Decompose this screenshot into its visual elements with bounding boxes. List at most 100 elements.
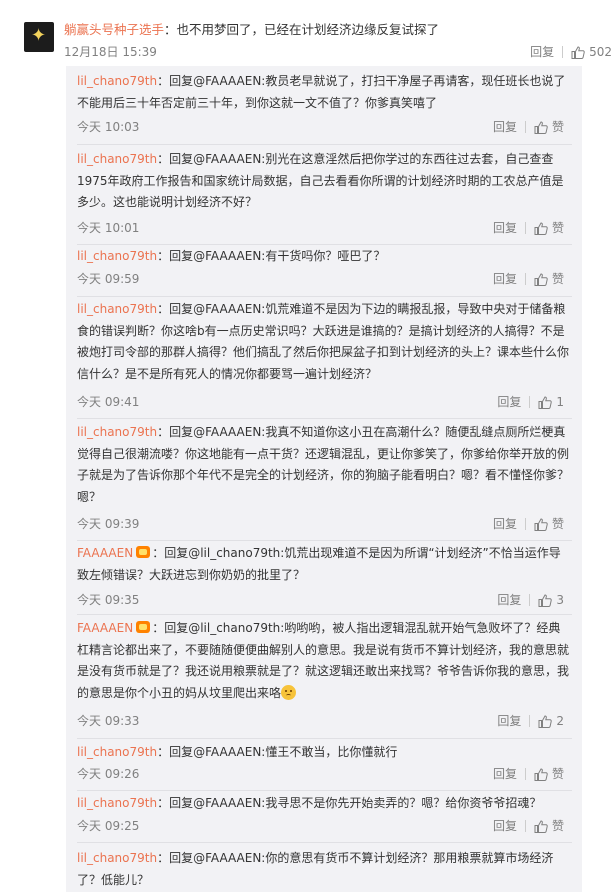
reply-actions: 回复 1 — [497, 392, 564, 412]
action-divider — [524, 222, 526, 234]
reply-text: lil_chano79th：回复@FAAAAEN:我真不知道你这小丑在高潮什么？… — [77, 422, 572, 508]
reply-actions: 回复 赞 — [493, 764, 564, 784]
reply-meta: 今天 09:26 回复 赞 — [77, 764, 572, 784]
reply-actions: 回复 赞 — [493, 117, 564, 137]
like-button[interactable]: 赞 — [552, 816, 564, 836]
like-count[interactable]: 3 — [556, 590, 564, 610]
reply-text: lil_chano79th：回复@FAAAAEN:教员老早就说了，打扫干净屋子再… — [77, 71, 572, 114]
reply-meta: 今天 09:35 回复 3 — [77, 590, 572, 610]
like-button[interactable]: 赞 — [552, 269, 564, 289]
action-divider — [524, 768, 526, 780]
reply-meta: 今天 09:33 回复 2 — [77, 711, 572, 731]
reply-text: FAAAAEN ：回复@lil_chano79th:哟哟哟，被人指出逻辑混乱就开始… — [77, 618, 572, 704]
reply-button[interactable]: 回复 — [493, 764, 517, 784]
divider — [77, 144, 572, 145]
reply-username[interactable]: lil_chano79th — [77, 249, 157, 263]
thumbs-up-icon[interactable] — [538, 714, 553, 728]
reply-username[interactable]: lil_chano79th — [77, 745, 157, 759]
divider — [77, 540, 572, 541]
reply-text: lil_chano79th：回复@FAAAAEN:有干货吗你？哑巴了？ — [77, 246, 572, 268]
reply-actions: 回复 赞 — [493, 218, 564, 238]
action-divider — [562, 46, 564, 58]
like-button[interactable]: 赞 — [552, 764, 564, 784]
divider — [77, 418, 572, 419]
like-count[interactable]: 502 — [589, 42, 612, 62]
reply-time: 今天 09:33 — [77, 714, 140, 728]
action-divider — [524, 121, 526, 133]
parent-comment-text: 躺赢头号种子选手：也不用梦回了，已经在计划经济边缘反复试探了 — [64, 20, 609, 40]
star-icon: ✦ — [31, 25, 47, 46]
parent-meta: 12月18日 15:39 回复 502 — [64, 42, 612, 62]
reply-username[interactable]: lil_chano79th — [77, 425, 157, 439]
reply-time: 今天 09:25 — [77, 819, 140, 833]
reply-meta: 今天 09:41 回复 1 — [77, 392, 572, 412]
reply-time: 今天 09:39 — [77, 517, 140, 531]
divider — [77, 614, 572, 615]
reply-time: 今天 10:03 — [77, 120, 140, 134]
reply-actions: 回复 3 — [497, 590, 564, 610]
reply-body: ：回复@FAAAAEN:懂王不敢当，比你懂就行 — [157, 745, 398, 759]
reply-text: lil_chano79th：回复@FAAAAEN:别光在这意淫然后把你学过的东西… — [77, 149, 572, 214]
reply-meta: 今天 09:25 回复 赞 — [77, 816, 572, 836]
parent-username[interactable]: 躺赢头号种子选手 — [64, 22, 164, 37]
reply-username[interactable]: lil_chano79th — [77, 302, 157, 316]
reply-username[interactable]: FAAAAEN — [77, 621, 133, 635]
action-divider — [524, 820, 526, 832]
divider — [77, 738, 572, 739]
reply-button[interactable]: 回复 — [530, 42, 554, 62]
thumbs-up-icon[interactable] — [534, 120, 548, 134]
reply-button[interactable]: 回复 — [497, 590, 521, 610]
thumbs-up-icon[interactable] — [534, 221, 548, 235]
like-button[interactable]: 赞 — [552, 218, 564, 238]
thumbs-up-icon[interactable] — [534, 767, 548, 781]
reply-meta: 今天 10:01 回复 赞 — [77, 218, 572, 238]
reply-button[interactable]: 回复 — [497, 392, 521, 412]
action-divider — [529, 715, 531, 727]
thumbs-up-icon[interactable] — [538, 395, 553, 409]
like-count[interactable]: 2 — [556, 711, 564, 731]
divider — [77, 244, 572, 245]
reply-button[interactable]: 回复 — [497, 711, 521, 731]
reply-username[interactable]: lil_chano79th — [77, 796, 157, 810]
reply-meta: 今天 09:59 回复 赞 — [77, 269, 572, 289]
thumbs-up-icon[interactable] — [534, 272, 548, 286]
reply-meta: 今天 09:39 回复 赞 — [77, 514, 572, 534]
like-button[interactable]: 赞 — [552, 514, 564, 534]
reply-text: FAAAAEN ：回复@lil_chano79th:饥荒出现难道不是因为所谓“计划… — [77, 543, 572, 586]
reply-button[interactable]: 回复 — [493, 514, 517, 534]
reply-button[interactable]: 回复 — [493, 269, 517, 289]
thumbs-up-icon[interactable] — [571, 45, 585, 59]
thumbs-up-icon[interactable] — [534, 819, 548, 833]
reply-button[interactable]: 回复 — [493, 816, 517, 836]
divider — [77, 842, 572, 843]
like-button[interactable]: 赞 — [552, 117, 564, 137]
reply-actions: 回复 赞 — [493, 269, 564, 289]
reply-text: lil_chano79th：回复@FAAAAEN:我寻思不是你先开始卖弄的？嗯？… — [77, 793, 572, 815]
divider — [77, 296, 572, 297]
reply-time: 今天 09:59 — [77, 272, 140, 286]
replies-list: lil_chano79th：回复@FAAAAEN:教员老早就说了，打扫干净屋子再… — [66, 66, 582, 892]
vip-badge-icon — [136, 621, 151, 633]
like-button[interactable]: 1 — [556, 392, 564, 412]
emoji-icon — [281, 684, 297, 700]
thumbs-up-icon[interactable] — [534, 517, 548, 531]
user-avatar[interactable]: ✦ — [24, 22, 54, 52]
reply-time: 今天 10:01 — [77, 221, 140, 235]
divider — [77, 790, 572, 791]
reply-username[interactable]: lil_chano79th — [77, 74, 157, 88]
action-divider — [529, 396, 531, 408]
reply-time: 今天 09:26 — [77, 767, 140, 781]
parent-actions: 回复 502 — [530, 42, 612, 62]
parent-text: ：也不用梦回了，已经在计划经济边缘反复试探了 — [164, 22, 440, 37]
reply-text: lil_chano79th：回复@FAAAAEN:你的意思有货币不算计划经济？那… — [77, 848, 572, 891]
reply-username[interactable]: FAAAAEN — [77, 546, 133, 560]
reply-actions: 回复 2 — [497, 711, 564, 731]
reply-username[interactable]: lil_chano79th — [77, 851, 157, 865]
reply-text: lil_chano79th：回复@FAAAAEN:懂王不敢当，比你懂就行 — [77, 742, 572, 764]
action-divider — [524, 273, 526, 285]
thumbs-up-icon[interactable] — [538, 593, 553, 607]
reply-button[interactable]: 回复 — [493, 218, 517, 238]
reply-username[interactable]: lil_chano79th — [77, 152, 157, 166]
reply-body: ：回复@FAAAAEN:有干货吗你？哑巴了？ — [157, 249, 386, 263]
reply-button[interactable]: 回复 — [493, 117, 517, 137]
